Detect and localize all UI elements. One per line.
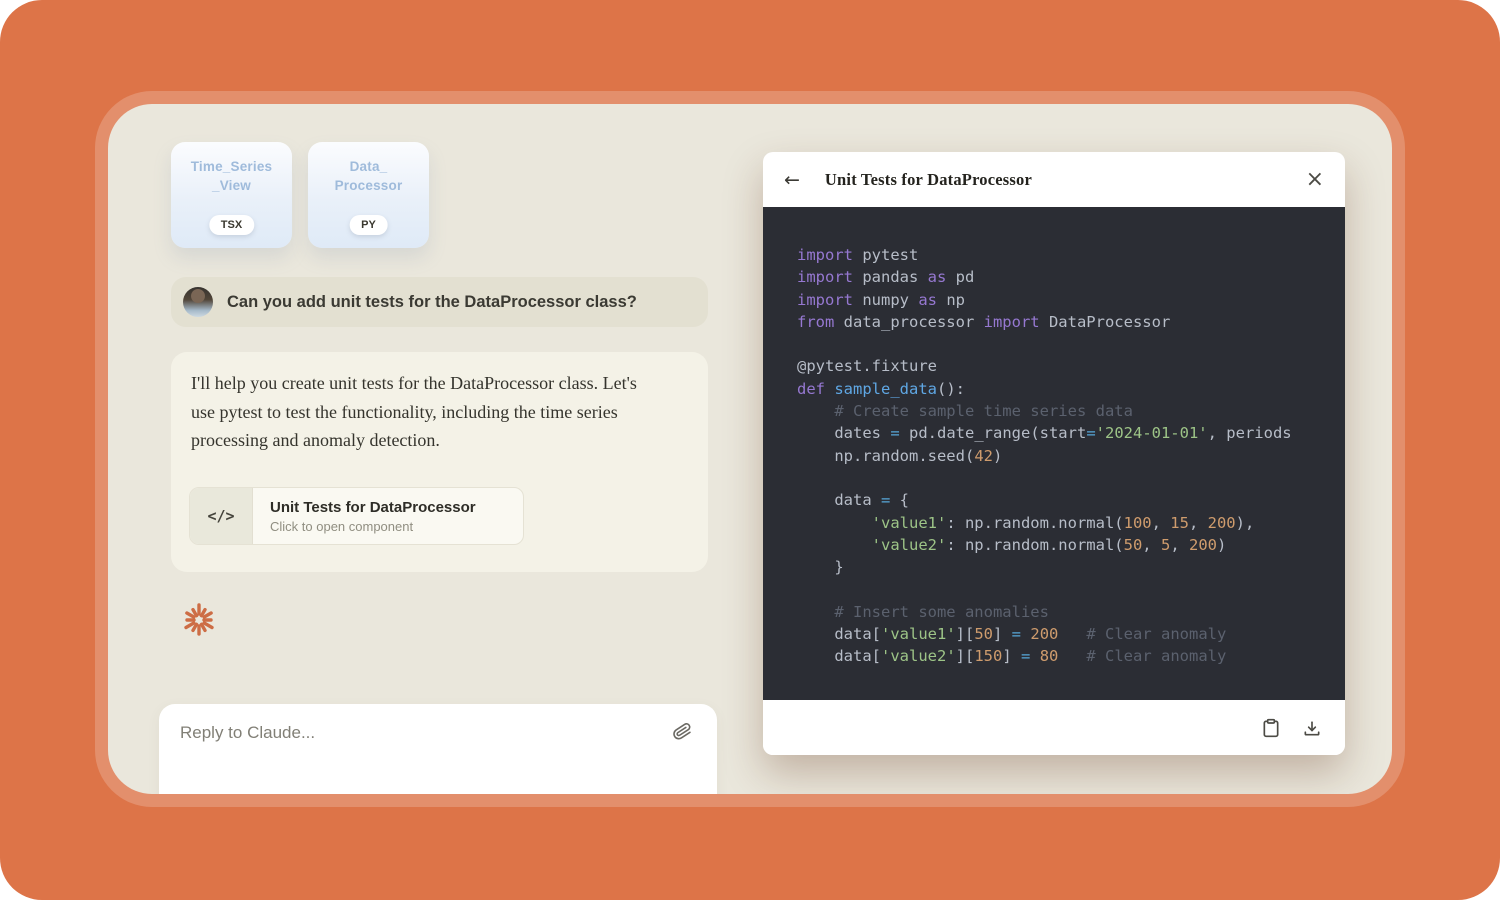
- code-line: from data_processor import DataProcessor: [797, 311, 1345, 333]
- code-line: data = {: [797, 489, 1345, 511]
- close-icon: ×: [1306, 167, 1324, 192]
- artifact-card-title: Unit Tests for DataProcessor: [270, 499, 476, 516]
- file-name: Time_Series_View: [171, 157, 292, 195]
- artifact-panel: ← Unit Tests for DataProcessor × import …: [763, 152, 1345, 755]
- assistant-message: I'll help you create unit tests for the …: [171, 352, 708, 572]
- code-line: # Insert some anomalies: [797, 601, 1345, 623]
- clipboard-icon: [1261, 718, 1281, 738]
- code-line: @pytest.fixture: [797, 355, 1345, 377]
- assistant-message-text: I'll help you create unit tests for the …: [191, 369, 643, 455]
- reply-placeholder: Reply to Claude...: [180, 723, 315, 743]
- window-frame: Time_Series_View TSX Data_Processor PY Can …: [0, 0, 1500, 900]
- code-icon: </>: [190, 488, 253, 544]
- attachment-cards: Time_Series_View TSX Data_Processor PY: [171, 142, 429, 248]
- user-message-text: Can you add unit tests for the DataProce…: [227, 293, 637, 312]
- claude-logo-icon: [181, 602, 217, 638]
- artifact-panel-footer: [763, 700, 1345, 755]
- code-line: import pytest: [797, 244, 1345, 266]
- back-button[interactable]: ←: [784, 169, 800, 191]
- close-button[interactable]: ×: [1306, 169, 1324, 191]
- artifact-card-meta: Unit Tests for DataProcessor Click to op…: [253, 488, 476, 544]
- app-panel: Time_Series_View TSX Data_Processor PY Can …: [108, 104, 1392, 794]
- code-line: import numpy as np: [797, 289, 1345, 311]
- code-line: 'value2': np.random.normal(50, 5, 200): [797, 534, 1345, 556]
- back-arrow-icon: ←: [784, 169, 800, 191]
- file-name: Data_Processor: [308, 157, 429, 195]
- file-card-2[interactable]: Data_Processor PY: [308, 142, 429, 248]
- artifact-panel-title: Unit Tests for DataProcessor: [825, 170, 1032, 190]
- paperclip-icon[interactable]: [671, 720, 694, 743]
- code-line: [797, 467, 1345, 489]
- code-line: def sample_data():: [797, 378, 1345, 400]
- reply-input[interactable]: Reply to Claude...: [159, 704, 717, 794]
- artifact-card-subtitle: Click to open component: [270, 519, 476, 534]
- code-editor[interactable]: import pytestimport pandas as pdimport n…: [763, 207, 1345, 700]
- code-line: [797, 333, 1345, 355]
- file-type-badge: PY: [349, 215, 388, 235]
- code-line: dates = pd.date_range(start='2024-01-01'…: [797, 422, 1345, 444]
- artifact-panel-header: ← Unit Tests for DataProcessor ×: [763, 152, 1345, 207]
- code-line: import pandas as pd: [797, 266, 1345, 288]
- code-line: np.random.seed(42): [797, 445, 1345, 467]
- code-line: [797, 578, 1345, 600]
- code-line: data['value2'][150] = 80 # Clear anomaly: [797, 645, 1345, 667]
- download-icon: [1302, 718, 1322, 738]
- code-line: 'value1': np.random.normal(100, 15, 200)…: [797, 512, 1345, 534]
- code-line: # Create sample time series data: [797, 400, 1345, 422]
- file-type-badge: TSX: [209, 215, 254, 235]
- download-button[interactable]: [1302, 718, 1322, 738]
- artifact-card[interactable]: </> Unit Tests for DataProcessor Click t…: [189, 487, 524, 545]
- user-message: Can you add unit tests for the DataProce…: [171, 277, 708, 327]
- file-card-1[interactable]: Time_Series_View TSX: [171, 142, 292, 248]
- copy-button[interactable]: [1261, 718, 1281, 738]
- user-avatar: [183, 287, 213, 317]
- code-line: data['value1'][50] = 200 # Clear anomaly: [797, 623, 1345, 645]
- code-line: }: [797, 556, 1345, 578]
